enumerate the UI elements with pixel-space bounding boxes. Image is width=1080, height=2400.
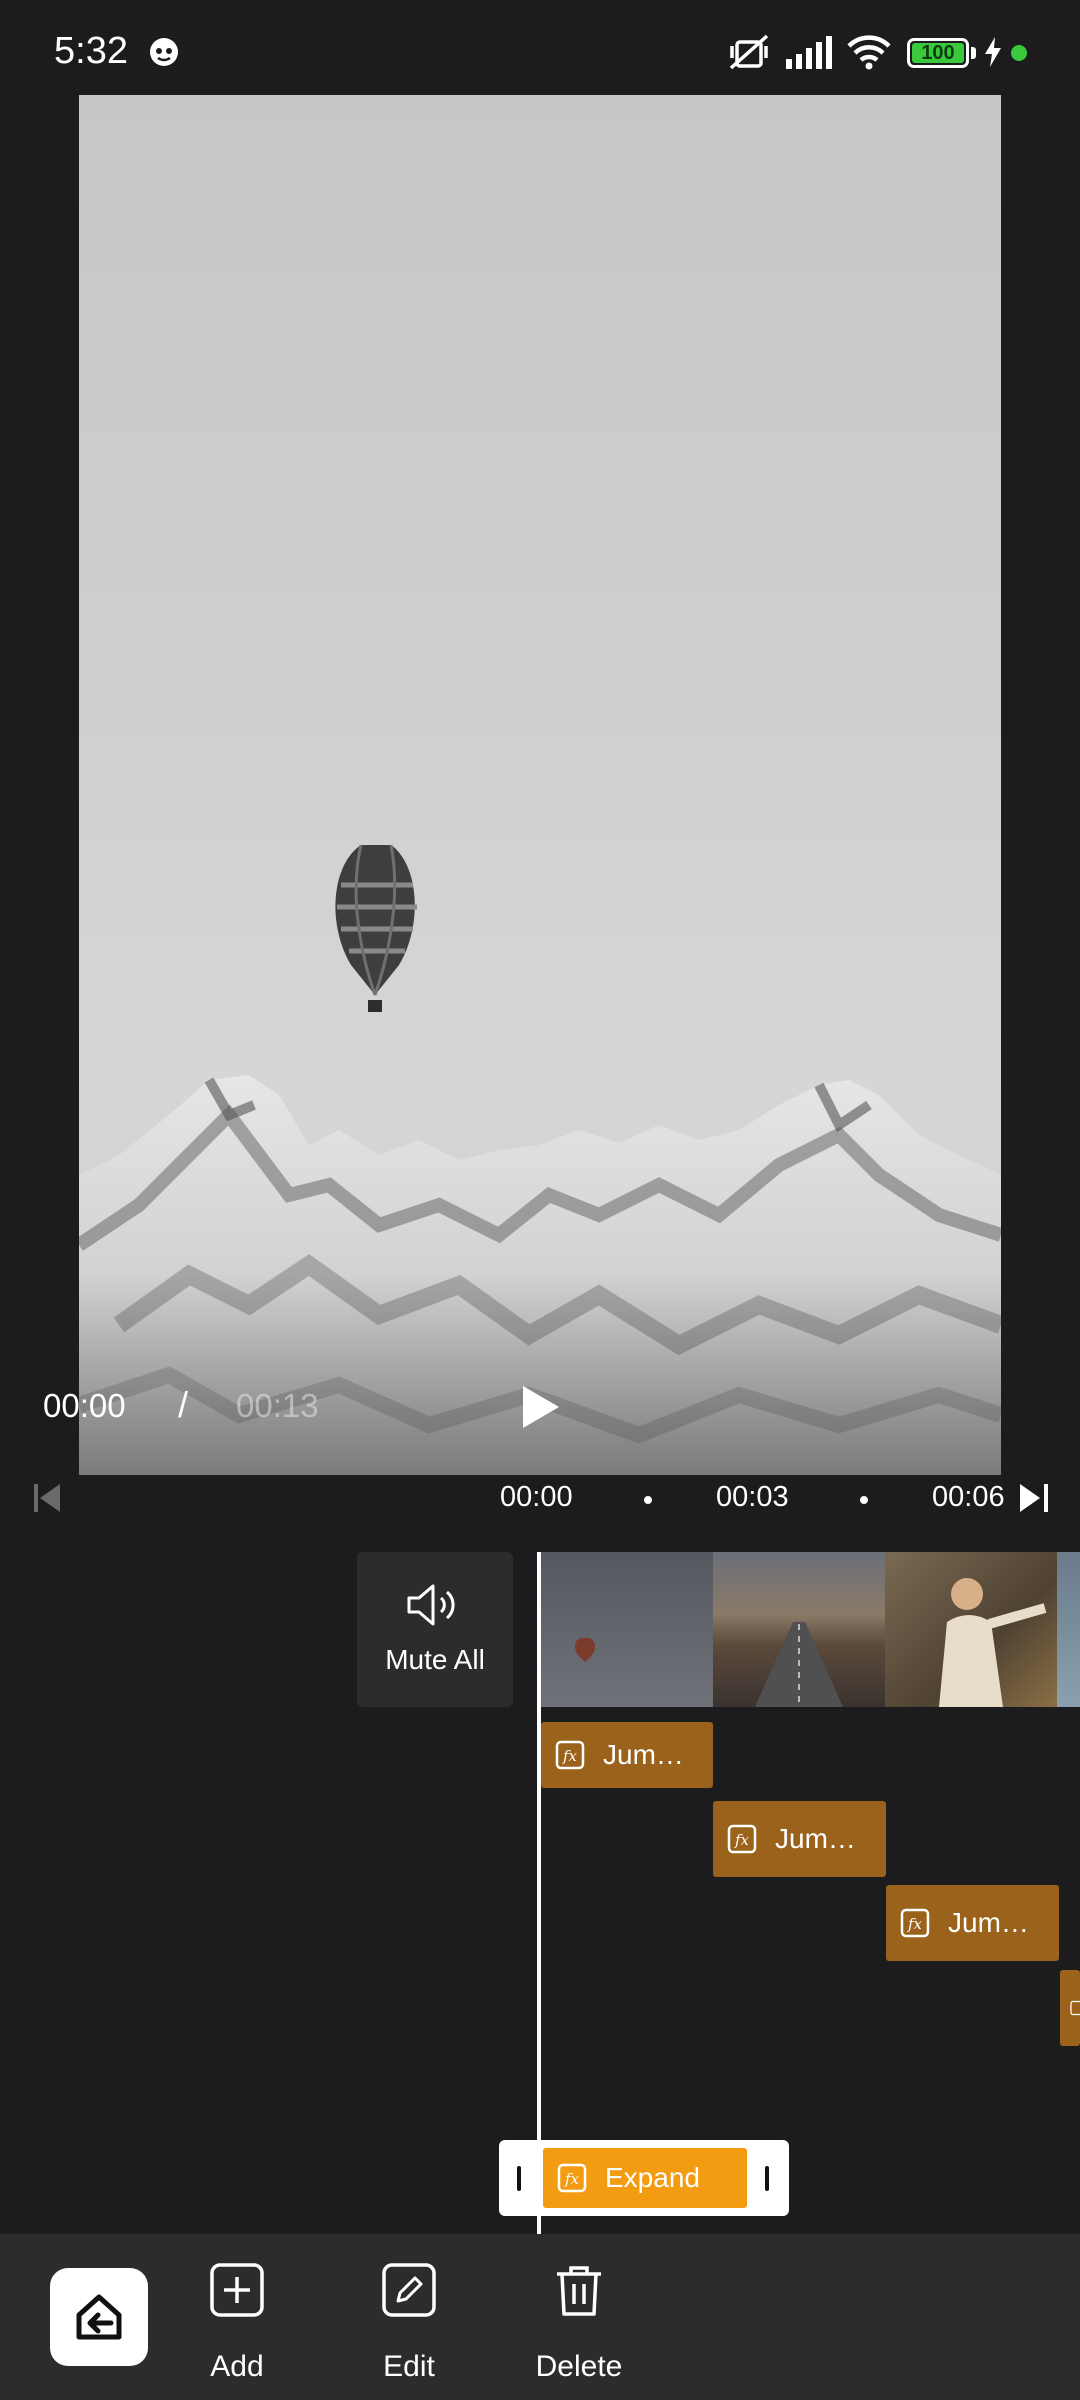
svg-text:fx: fx <box>564 2170 580 2188</box>
balloon-shape <box>335 844 417 1012</box>
trim-handle-right[interactable] <box>765 2166 769 2191</box>
edit-label: Edit <box>383 2350 435 2383</box>
charging-icon <box>982 30 1004 74</box>
preview-image <box>79 844 1001 1475</box>
status-bar: 5:32 100 <box>0 0 1080 95</box>
svg-text:fx: fx <box>562 1747 578 1765</box>
fx-icon: fx <box>557 2163 587 2193</box>
speaker-icon <box>407 1584 455 1626</box>
effect-clip-label: Jum… <box>603 1739 684 1770</box>
ruler-dot <box>860 1496 868 1504</box>
signal-icon <box>783 30 835 74</box>
wifi-icon <box>845 30 893 74</box>
privacy-indicator <box>1011 45 1027 61</box>
effect-clip-label: Jum… <box>948 1907 1029 1938</box>
effect-clip-label: Jum… <box>775 1823 856 1854</box>
fx-icon: fx <box>727 1824 757 1854</box>
ruler-dot <box>644 1496 652 1504</box>
time-separator: / <box>178 1384 189 1425</box>
back-button[interactable] <box>50 2268 148 2366</box>
clip-thumbnail[interactable] <box>541 1552 713 1707</box>
delete-button[interactable]: Delete <box>514 2262 644 2383</box>
ruler-label: 00:03 <box>716 1481 789 1513</box>
video-preview[interactable] <box>79 95 1001 1475</box>
selected-effect-clip[interactable]: fx Expand <box>499 2140 789 2216</box>
selected-effect-body[interactable]: fx Expand <box>543 2148 747 2208</box>
svg-text:fx: fx <box>907 1915 923 1933</box>
clip-thumbnail[interactable] <box>1057 1552 1080 1707</box>
effect-clip[interactable]: fx Jum… <box>541 1722 713 1788</box>
effect-clip[interactable]: fx Jum… <box>713 1801 886 1877</box>
fx-icon: fx <box>555 1740 585 1770</box>
battery-level: 100 <box>921 41 955 64</box>
delete-label: Delete <box>535 2350 623 2383</box>
effect-clip[interactable]: fx Jum… <box>886 1885 1059 1961</box>
play-icon[interactable] <box>515 1382 565 1432</box>
selected-effect-label: Expand <box>605 2162 700 2193</box>
edit-button[interactable]: Edit <box>344 2262 474 2383</box>
clip-thumbnail[interactable] <box>885 1552 1057 1707</box>
battery-cap <box>971 47 976 59</box>
effect-clip-partial[interactable] <box>1060 1970 1080 2046</box>
battery-icon: 100 <box>907 38 969 68</box>
preview-shade <box>79 1275 1001 1475</box>
add-label: Add <box>210 2350 264 2383</box>
fx-icon: fx <box>900 1908 930 1938</box>
current-time: 00:00 <box>43 1387 126 1424</box>
back-home-icon <box>76 2294 122 2340</box>
skip-to-end-icon[interactable] <box>1016 1480 1052 1516</box>
mute-all-button[interactable]: Mute All <box>357 1552 513 1707</box>
playhead[interactable] <box>537 1552 541 2234</box>
svg-text:fx: fx <box>734 1831 750 1849</box>
notification-icon <box>146 30 182 74</box>
fx-icon <box>1070 2000 1080 2016</box>
trash-icon <box>557 2266 601 2316</box>
skip-to-start-icon[interactable] <box>30 1480 66 1516</box>
ruler-label: 00:06 <box>932 1481 1005 1513</box>
status-time: 5:32 <box>54 30 128 72</box>
vibrate-off-icon <box>725 30 773 74</box>
clip-thumbnail[interactable] <box>713 1552 885 1707</box>
total-time: 00:13 <box>236 1387 319 1424</box>
edit-icon <box>382 2263 436 2317</box>
trim-handle-left[interactable] <box>517 2166 521 2191</box>
add-icon <box>210 2263 264 2317</box>
mute-all-label: Mute All <box>385 1644 485 1675</box>
add-button[interactable]: Add <box>172 2262 302 2383</box>
ruler-label: 00:00 <box>500 1481 573 1513</box>
